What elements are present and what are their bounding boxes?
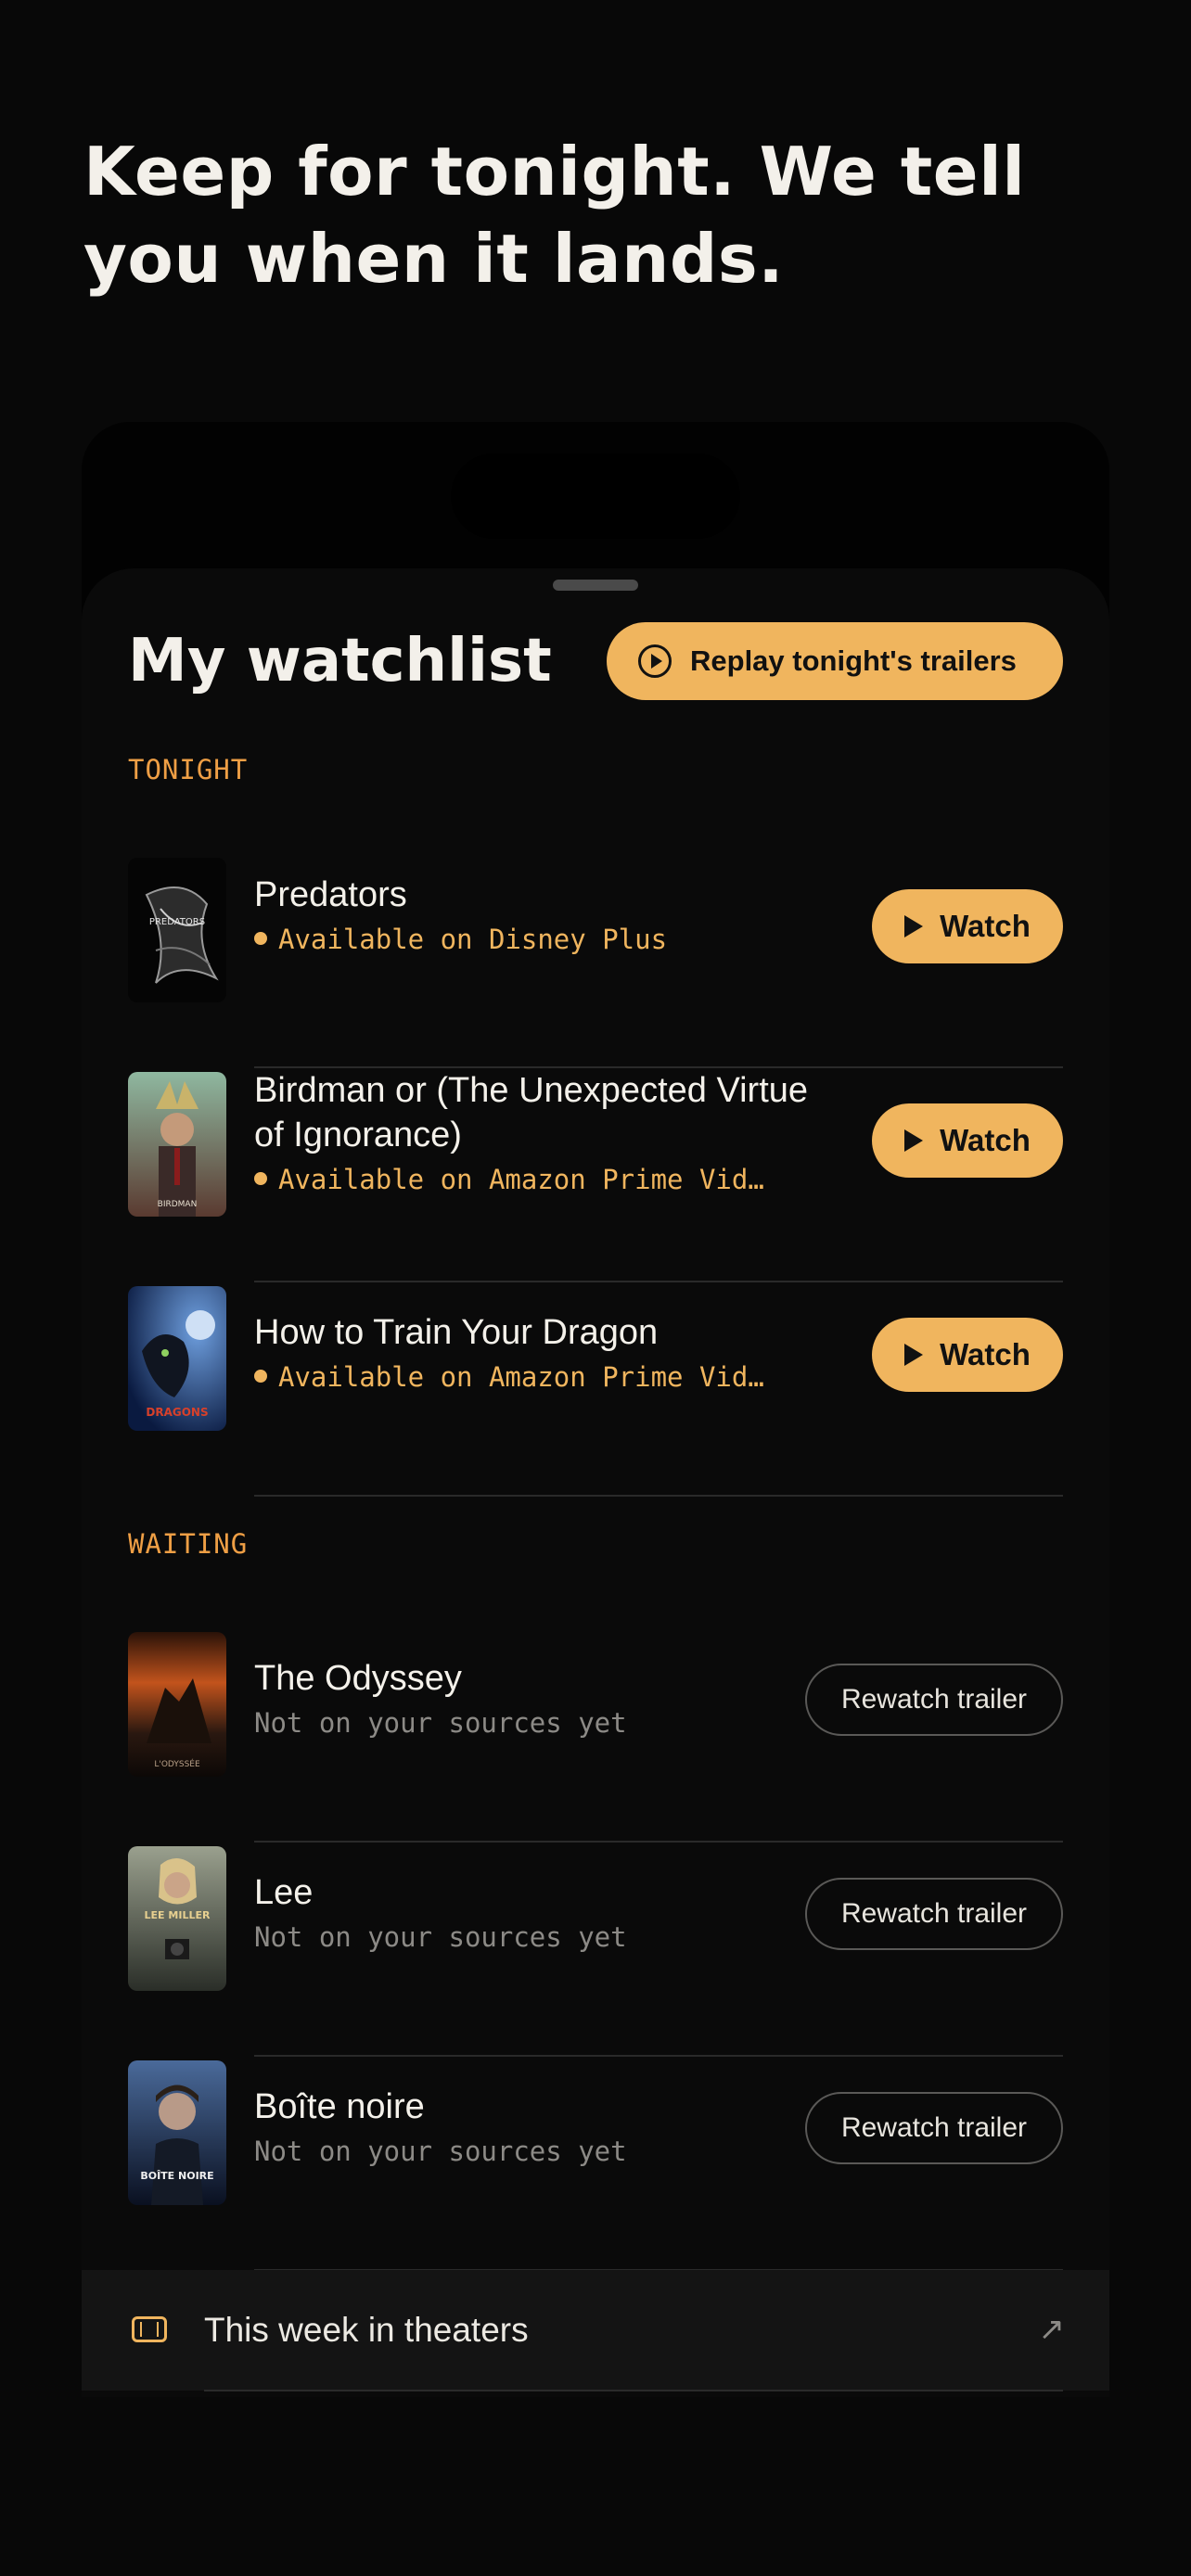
available-dot-icon: [254, 1370, 267, 1383]
status-text: Not on your sources yet: [254, 2136, 627, 2167]
item-title: How to Train Your Dragon: [254, 1313, 659, 1352]
available-dot-icon: [254, 1172, 267, 1185]
film-icon: [132, 2316, 167, 2342]
play-icon: [904, 1129, 924, 1152]
poster-caption: LEE MILLER: [145, 1909, 211, 1921]
play-circle-icon: [638, 644, 672, 678]
availability-text: Available on Amazon Prime Vid…: [254, 1358, 811, 1396]
poster-how-to-train-your-dragon: DRAGONS: [128, 1286, 226, 1431]
headline: Keep for tonight. We tell you when it la…: [83, 133, 1026, 298]
theaters-label: This week in theaters: [204, 2311, 529, 2349]
replay-trailers-label: Replay tonight's trailers: [690, 644, 1017, 677]
poster-caption: BIRDMAN: [158, 1200, 198, 1209]
poster-caption: BOÎTE NOIRE: [140, 2170, 213, 2182]
dynamic-island: [451, 453, 740, 539]
watchlist-sheet: My watchlist Replay tonight's trailers T…: [82, 568, 1109, 2397]
list-item[interactable]: BOÎTE NOIRE Boîte noire Not on your sour…: [128, 2057, 1063, 2271]
this-week-in-theaters-link[interactable]: This week in theaters ↗: [82, 2270, 1109, 2391]
watch-button[interactable]: Watch: [872, 1103, 1063, 1178]
watchlist-title: My watchlist: [128, 627, 552, 695]
arrow-up-right-icon: ↗: [1038, 2312, 1066, 2347]
divider: [254, 1495, 1063, 1497]
status-text: Not on your sources yet: [254, 1921, 627, 1953]
rewatch-trailer-button[interactable]: Rewatch trailer: [805, 1664, 1063, 1736]
poster-the-odyssey: L'ODYSSÉE: [128, 1632, 226, 1777]
poster-lee: LEE MILLER: [128, 1846, 226, 1991]
replay-trailers-button[interactable]: Replay tonight's trailers: [607, 622, 1063, 700]
item-title: Predators: [254, 875, 407, 914]
poster-predators: PREDATORS: [128, 858, 226, 1002]
poster-boite-noire: BOÎTE NOIRE: [128, 2060, 226, 2205]
available-dot-icon: [254, 932, 267, 945]
watch-button[interactable]: Watch: [872, 1318, 1063, 1392]
list-item[interactable]: LEE MILLER Lee Not on your sources yet R…: [128, 1843, 1063, 2057]
rewatch-trailer-button[interactable]: Rewatch trailer: [805, 1878, 1063, 1950]
section-label-tonight: TONIGHT: [128, 754, 249, 785]
poster-caption: DRAGONS: [146, 1406, 208, 1419]
item-title: The Odyssey: [254, 1659, 462, 1698]
list-item[interactable]: BIRDMAN Birdman or (The Unexpected Virtu…: [128, 1068, 1063, 1282]
play-icon: [904, 1344, 924, 1366]
phone-frame: My watchlist Replay tonight's trailers T…: [82, 422, 1109, 2397]
poster-caption: L'ODYSSÉE: [154, 1758, 200, 1769]
list-item[interactable]: L'ODYSSÉE The Odyssey Not on your source…: [128, 1628, 1063, 1843]
divider: [204, 2390, 1063, 2391]
poster-birdman: BIRDMAN: [128, 1072, 226, 1217]
availability-text: Available on Disney Plus: [254, 921, 811, 958]
list-item[interactable]: DRAGONS How to Train Your Dragon Availab…: [128, 1282, 1063, 1497]
status-text: Not on your sources yet: [254, 1707, 627, 1739]
item-title: Lee: [254, 1873, 314, 1912]
sheet-grabber[interactable]: [553, 580, 638, 591]
item-title: Birdman or (The Unexpected Virtue of Ign…: [254, 1071, 809, 1154]
availability-text: Available on Amazon Prime Vid…: [254, 1161, 811, 1198]
list-item[interactable]: PREDATORS Predators Available on Disney …: [128, 854, 1063, 1068]
play-icon: [904, 915, 924, 937]
section-label-waiting: WAITING: [128, 1528, 249, 1560]
rewatch-trailer-button[interactable]: Rewatch trailer: [805, 2092, 1063, 2164]
poster-caption: PREDATORS: [149, 917, 205, 927]
watch-button[interactable]: Watch: [872, 889, 1063, 963]
item-title: Boîte noire: [254, 2087, 425, 2126]
